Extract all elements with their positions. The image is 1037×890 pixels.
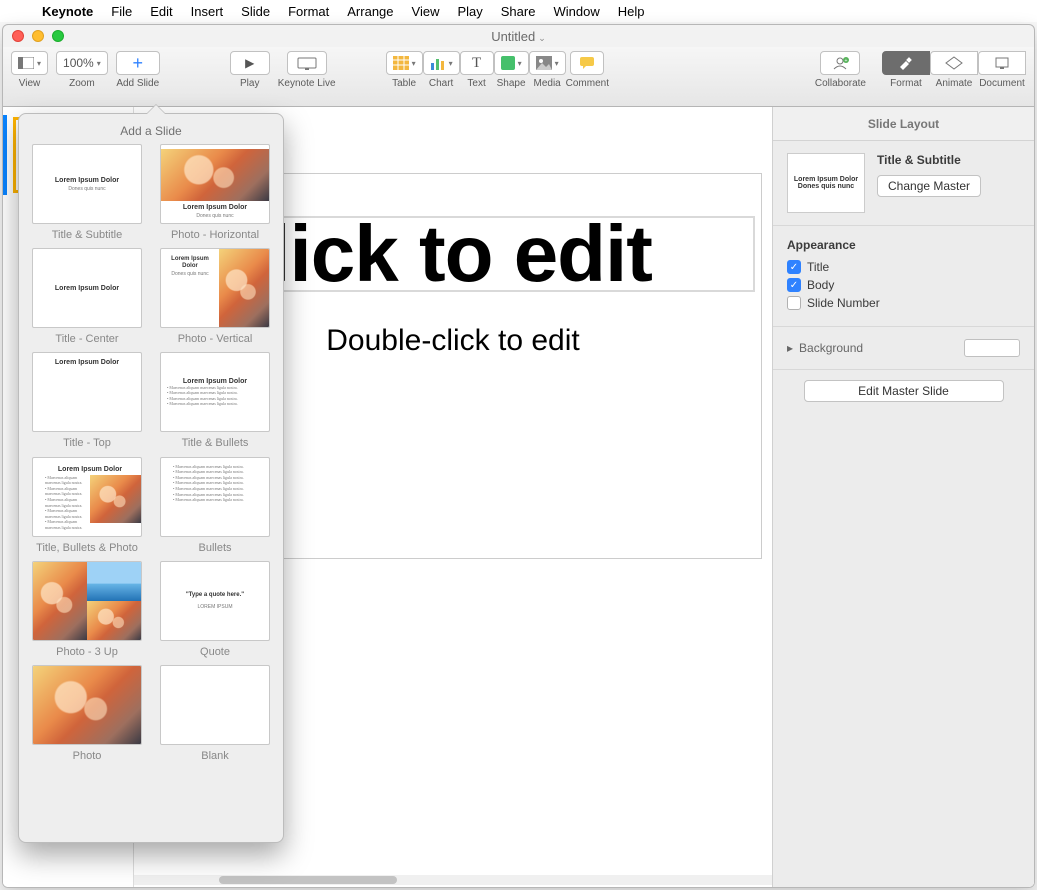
tb-add-slide[interactable]: + Add Slide	[116, 51, 160, 89]
tb-document[interactable]: Document	[978, 51, 1026, 89]
menu-file[interactable]: File	[111, 4, 132, 19]
table-icon	[393, 56, 409, 70]
tb-chart[interactable]: ▾ Chart	[423, 51, 460, 89]
brush-icon	[897, 56, 915, 70]
slide-template-quote[interactable]: "Type a quote here."LOREM IPSUMQuote	[157, 561, 273, 659]
app-menu[interactable]: Keynote	[42, 4, 93, 19]
checkbox-icon: ✓	[787, 260, 801, 274]
slide-template-bullets[interactable]: • Maecenas aliquam maecenas ligula nostr…	[157, 457, 273, 555]
chevron-down-icon: ▾	[37, 59, 41, 68]
menu-slide[interactable]: Slide	[241, 4, 270, 19]
tb-format[interactable]: Format	[882, 51, 930, 89]
menu-share[interactable]: Share	[501, 4, 536, 19]
text-icon: T	[472, 55, 481, 72]
menu-format[interactable]: Format	[288, 4, 329, 19]
tb-play[interactable]: ▶ Play	[230, 51, 270, 89]
menu-help[interactable]: Help	[618, 4, 645, 19]
minimize-button[interactable]	[32, 30, 44, 42]
checkbox-icon: ✓	[787, 278, 801, 292]
shape-icon	[501, 56, 515, 70]
collaborate-icon: +	[831, 56, 849, 70]
menu-edit[interactable]: Edit	[150, 4, 172, 19]
edit-master-button[interactable]: Edit Master Slide	[804, 380, 1004, 402]
background-swatch[interactable]	[964, 339, 1020, 357]
tb-animate[interactable]: Animate	[930, 51, 978, 89]
inspector-panel: Slide Layout Lorem Ipsum DolorDones quis…	[772, 107, 1034, 887]
tb-keynote-live[interactable]: Keynote Live	[278, 51, 336, 89]
close-button[interactable]	[12, 30, 24, 42]
tb-text[interactable]: T Text	[460, 51, 494, 89]
triangle-right-icon: ▸	[787, 341, 793, 355]
chk-title[interactable]: ✓Title	[787, 260, 1020, 274]
media-icon	[536, 56, 552, 70]
add-slide-popover: Add a Slide Lorem Ipsum DolorDones quis …	[18, 113, 284, 843]
slide-template-photo_h[interactable]: Lorem Ipsum DolorDones quis nuncPhoto - …	[157, 144, 273, 242]
toolbar: ▾ View 100%▾ Zoom + Add Slide ▶ Play Key…	[3, 47, 1034, 107]
macos-menubar: Keynote File Edit Insert Slide Format Ar…	[0, 0, 1037, 22]
slide-template-photo3[interactable]: Photo - 3 Up	[29, 561, 145, 659]
tb-collaborate[interactable]: + Collaborate	[815, 51, 866, 89]
diamond-icon	[945, 56, 963, 70]
background-disclosure[interactable]: ▸Background	[787, 341, 863, 355]
slide-template-blank[interactable]: Blank	[157, 665, 273, 763]
menu-arrange[interactable]: Arrange	[347, 4, 393, 19]
slide-template-title_bullets[interactable]: Lorem Ipsum Dolor• Maecenas aliquam maec…	[157, 352, 273, 450]
screen-icon	[297, 57, 317, 70]
title-dropdown-icon: ⌄	[538, 33, 546, 43]
tb-shape[interactable]: ▾ Shape	[494, 51, 529, 89]
menu-view[interactable]: View	[412, 4, 440, 19]
fullscreen-button[interactable]	[52, 30, 64, 42]
window-titlebar: Untitled⌄	[3, 25, 1034, 47]
slide-template-title_center[interactable]: Lorem Ipsum DolorTitle - Center	[29, 248, 145, 346]
slide-template-title_top[interactable]: Lorem Ipsum DolorTitle - Top	[29, 352, 145, 450]
chart-icon	[430, 56, 446, 70]
layout-thumbnail: Lorem Ipsum DolorDones quis nunc	[787, 153, 865, 213]
layout-name: Title & Subtitle	[877, 153, 1020, 167]
tb-comment[interactable]: Comment	[566, 51, 609, 89]
svg-text:+: +	[845, 58, 848, 64]
slide-template-photo_v[interactable]: Lorem Ipsum DolorDones quis nuncPhoto - …	[157, 248, 273, 346]
traffic-lights	[12, 30, 64, 42]
play-icon: ▶	[245, 56, 254, 70]
plus-icon: +	[132, 53, 143, 74]
slide-template-title_sub[interactable]: Lorem Ipsum DolorDones quis nuncTitle & …	[29, 144, 145, 242]
menu-play[interactable]: Play	[457, 4, 482, 19]
appearance-header: Appearance	[787, 238, 1020, 252]
document-title[interactable]: Untitled⌄	[491, 29, 546, 44]
document-icon	[994, 56, 1010, 70]
chevron-down-icon: ▾	[97, 59, 101, 68]
slide-template-photo[interactable]: Photo	[29, 665, 145, 763]
tb-zoom[interactable]: 100%▾ Zoom	[56, 51, 108, 89]
inspector-title: Slide Layout	[773, 107, 1034, 141]
change-master-button[interactable]: Change Master	[877, 175, 981, 197]
tb-view[interactable]: ▾ View	[11, 51, 48, 89]
checkbox-icon	[787, 296, 801, 310]
slide-template-title_bullets_photo[interactable]: Lorem Ipsum Dolor• Maecenas aliquam maec…	[29, 457, 145, 555]
app-window: Untitled⌄ ▾ View 100%▾ Zoom + Add Slide …	[2, 24, 1035, 888]
popover-title: Add a Slide	[29, 124, 273, 138]
comment-icon	[579, 56, 595, 70]
horizontal-scrollbar[interactable]	[134, 875, 772, 885]
chk-body[interactable]: ✓Body	[787, 278, 1020, 292]
menu-window[interactable]: Window	[553, 4, 599, 19]
tb-media[interactable]: ▾ Media	[529, 51, 566, 89]
tb-table[interactable]: ▾ Table	[386, 51, 423, 89]
menu-insert[interactable]: Insert	[191, 4, 224, 19]
chk-slide-number[interactable]: Slide Number	[787, 296, 1020, 310]
